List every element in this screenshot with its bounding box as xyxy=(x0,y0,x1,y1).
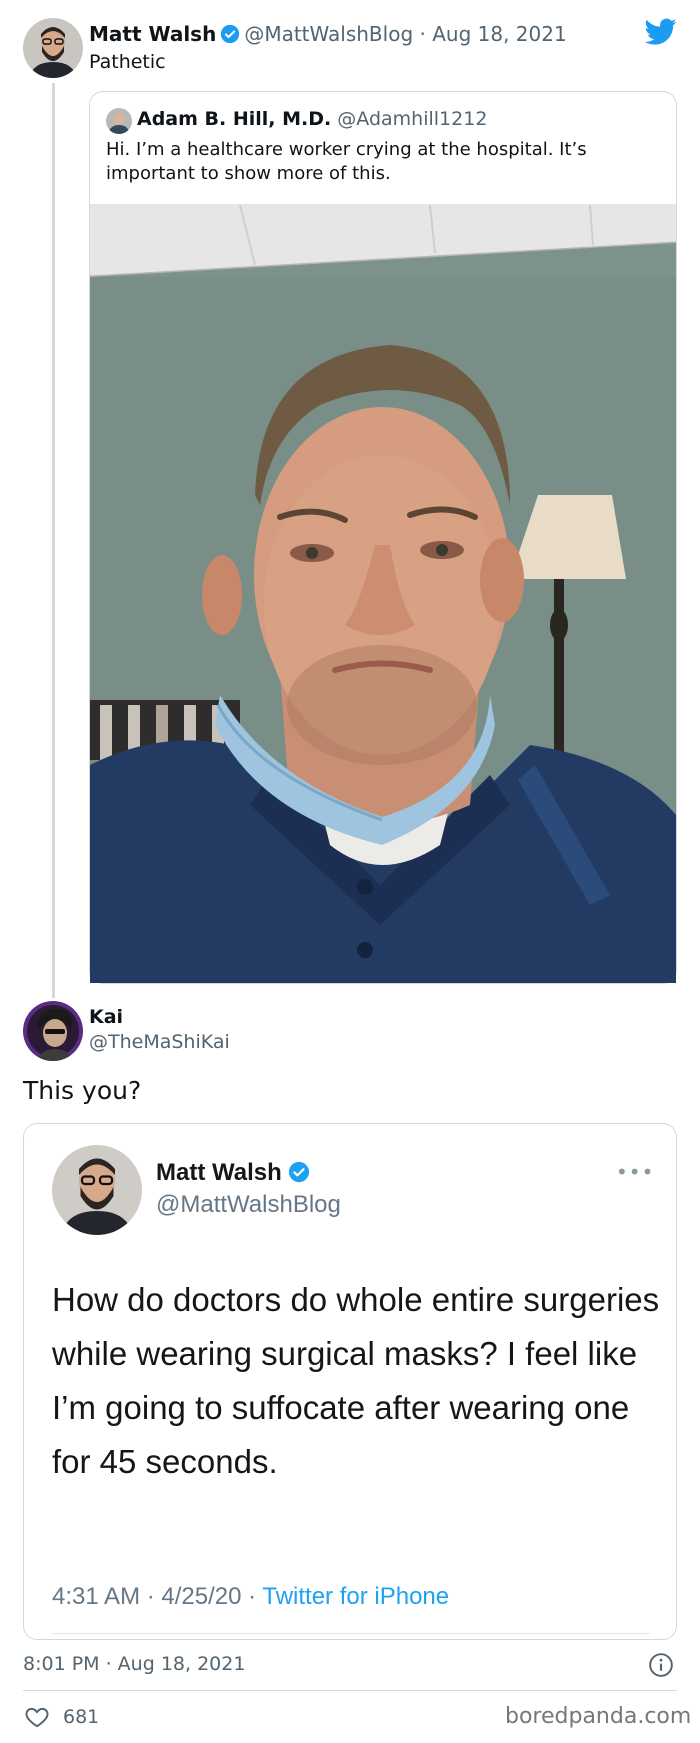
quoted-tweet-photo[interactable] xyxy=(90,204,676,983)
footer-divider xyxy=(23,1690,677,1691)
embedded-author-line: Matt Walsh xyxy=(156,1158,310,1188)
embedded-tweet-time: 4:31 AM · 4/25/20 · xyxy=(52,1583,263,1610)
watermark: boredpanda.com xyxy=(505,1704,692,1729)
reply-author-avatar[interactable] xyxy=(23,1001,83,1061)
embedded-author-name: Matt Walsh xyxy=(156,1159,282,1186)
tweet-text: Pathetic xyxy=(89,51,166,73)
verified-badge-icon xyxy=(288,1161,309,1183)
twitter-bird-icon[interactable] xyxy=(645,18,677,46)
thread-line xyxy=(52,83,55,998)
reply-text: This you? xyxy=(23,1076,142,1105)
author-avatar[interactable] xyxy=(23,18,83,78)
heart-icon[interactable] xyxy=(24,1704,50,1730)
verified-badge-icon xyxy=(221,24,240,44)
embedded-tweet-source: Twitter for iPhone xyxy=(262,1583,450,1610)
reply-timestamp[interactable]: 8:01 PM · Aug 18, 2021 xyxy=(23,1652,245,1676)
embedded-tweet-text: How do doctors do whole entire surgeries… xyxy=(52,1281,660,1480)
embedded-author-avatar xyxy=(52,1145,142,1235)
info-icon[interactable] xyxy=(648,1652,674,1678)
more-options-icon: ••• xyxy=(616,1160,655,1184)
author-name[interactable]: Matt Walsh xyxy=(89,22,216,46)
quoted-author-handle[interactable]: @Adamhill1212 xyxy=(337,108,487,130)
quoted-author-avatar[interactable] xyxy=(106,108,132,134)
reply-author-handle[interactable]: @TheMaShiKai xyxy=(89,1030,230,1054)
tweet-header: Matt Walsh @MattWalshBlog · Aug 18, 2021 xyxy=(89,22,567,46)
embedded-author-handle: @MattWalshBlog xyxy=(156,1191,341,1218)
quoted-tweet-text: Hi. I’m a healthcare worker crying at th… xyxy=(106,139,587,184)
quoted-tweet-header: Adam B. Hill, M.D. @Adamhill1212 xyxy=(137,107,487,131)
tweet-date[interactable]: Aug 18, 2021 xyxy=(432,22,566,46)
embedded-tweet-meta: 4:31 AM · 4/25/20 · Twitter for iPhone xyxy=(52,1582,449,1612)
separator: · xyxy=(413,22,433,46)
author-handle[interactable]: @MattWalshBlog xyxy=(244,22,413,46)
embedded-divider xyxy=(52,1633,650,1634)
reply-author-name[interactable]: Kai xyxy=(89,1005,123,1029)
quoted-author-name[interactable]: Adam B. Hill, M.D. xyxy=(137,108,331,130)
like-count: 681 xyxy=(63,1706,100,1728)
